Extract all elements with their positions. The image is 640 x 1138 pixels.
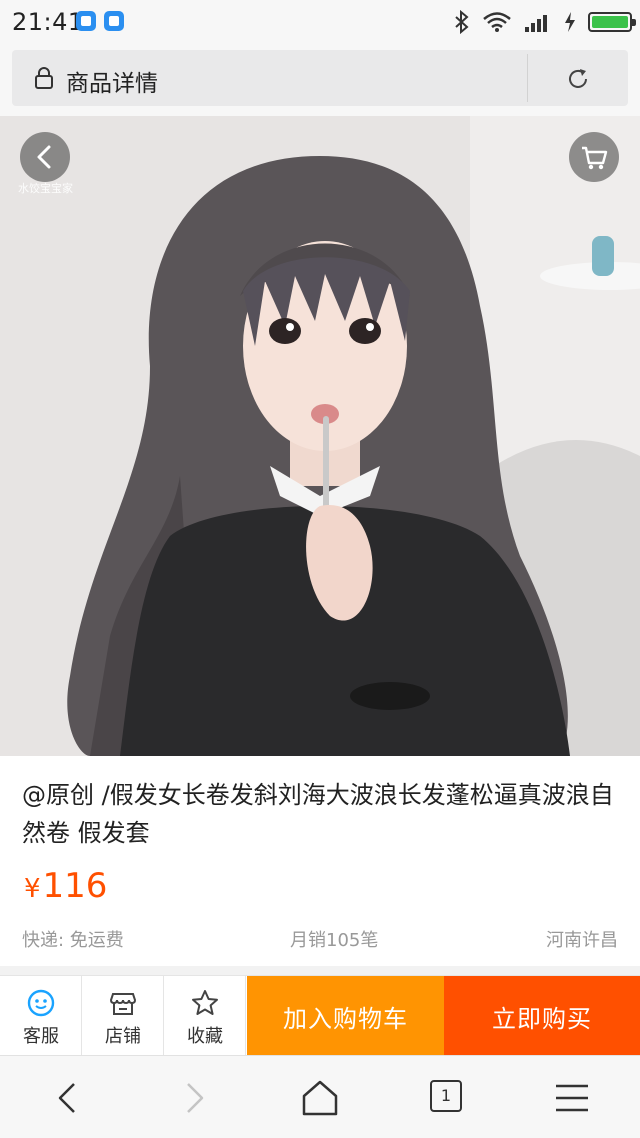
- page-title: 商品详情: [66, 71, 158, 97]
- forward-icon[interactable]: [170, 1074, 218, 1122]
- section-divider: [0, 966, 640, 975]
- customer-service-button[interactable]: 客服: [0, 976, 82, 1056]
- customer-service-label: 客服: [23, 1026, 59, 1047]
- wifi-icon: [483, 12, 511, 32]
- favorite-label: 收藏: [187, 1026, 223, 1047]
- browser-nav-bar: 1: [0, 1055, 640, 1138]
- tab-count: 1: [430, 1080, 462, 1112]
- menu-icon[interactable]: [548, 1074, 596, 1122]
- watermark-text: 水饺宝宝家: [18, 182, 73, 195]
- product-title: @原创 /假发女长卷发斜刘海大波浪长发蓬松逼真波浪自然卷 假发套: [22, 781, 614, 847]
- refresh-icon[interactable]: [565, 66, 591, 92]
- cart-icon: [582, 146, 608, 170]
- shop-icon: [109, 993, 137, 1015]
- price-value: 116: [42, 866, 108, 906]
- app-icon: [76, 11, 96, 31]
- status-time: 21:41: [12, 8, 84, 36]
- address-bar-container: 商品详情: [0, 44, 640, 116]
- favorite-button[interactable]: 收藏: [164, 976, 246, 1056]
- star-icon: [192, 990, 218, 1015]
- ship-location: 河南许昌: [546, 930, 618, 951]
- product-photo: [0, 116, 640, 756]
- status-bar: 21:41: [0, 0, 640, 44]
- action-bar: 客服 店铺 收藏 加入购物车 立即购买: [0, 975, 640, 1056]
- buy-now-button[interactable]: 立即购买: [444, 976, 640, 1056]
- product-image[interactable]: 水饺宝宝家: [0, 116, 640, 756]
- battery-icon: [588, 12, 636, 32]
- price-currency: ¥: [24, 874, 41, 904]
- customer-service-icon: [27, 989, 55, 1017]
- bluetooth-icon: [455, 10, 469, 34]
- back-overlay-button[interactable]: [20, 132, 70, 182]
- lock-icon: [35, 67, 53, 89]
- app-icon: [104, 11, 124, 31]
- shop-label: 店铺: [105, 1026, 141, 1047]
- monthly-sales: 月销105笔: [290, 930, 379, 951]
- home-icon[interactable]: [296, 1074, 344, 1122]
- back-icon[interactable]: [44, 1074, 92, 1122]
- cart-overlay-button[interactable]: [569, 132, 619, 182]
- signal-icon: [525, 15, 547, 32]
- shop-button[interactable]: 店铺: [82, 976, 164, 1056]
- address-divider: [527, 54, 528, 102]
- add-to-cart-button[interactable]: 加入购物车: [247, 976, 444, 1056]
- address-bar[interactable]: 商品详情: [12, 50, 628, 106]
- charging-icon: [565, 12, 575, 32]
- back-arrow-icon: [37, 145, 51, 169]
- tabs-button[interactable]: 1: [422, 1074, 470, 1122]
- shipping-info: 快递: 免运费: [22, 930, 124, 951]
- product-price: ¥116: [24, 866, 107, 906]
